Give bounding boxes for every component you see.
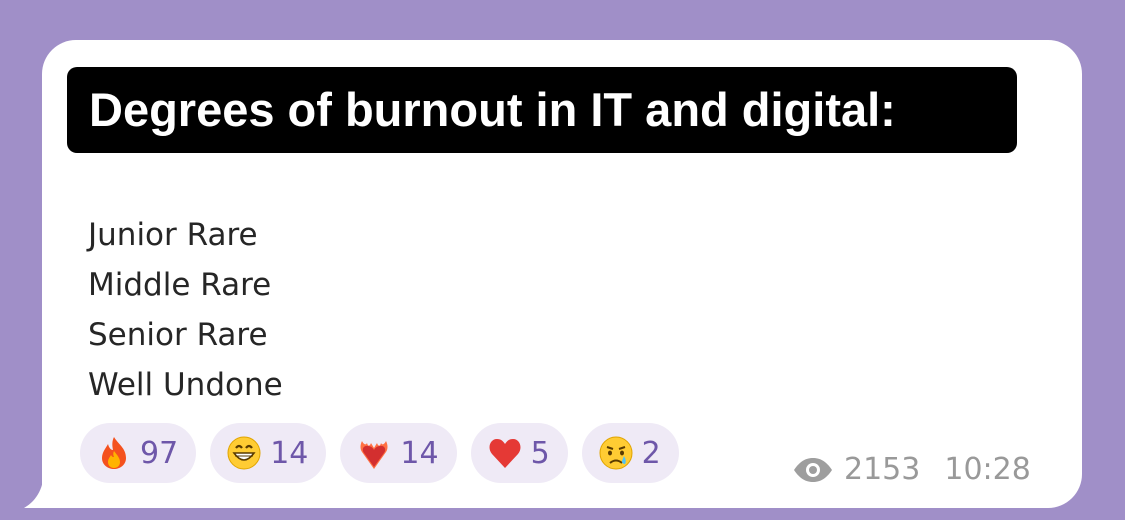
reactions-bar: 97 14 14 5 2 — [80, 423, 679, 483]
reaction-grin[interactable]: 14 — [210, 423, 327, 483]
reaction-heart[interactable]: 5 — [470, 423, 568, 483]
message-line: Middle Rare — [88, 267, 272, 303]
reaction-fire[interactable]: 97 — [80, 423, 197, 483]
reaction-count: 14 — [400, 435, 439, 471]
reaction-crying[interactable]: 2 — [581, 423, 679, 483]
message-line: Junior Rare — [88, 217, 258, 253]
message-time: 10:28 — [944, 452, 1031, 487]
reaction-count: 14 — [270, 435, 309, 471]
eye-icon — [794, 457, 832, 482]
reaction-count: 5 — [530, 435, 550, 471]
message-line: Senior Rare — [88, 317, 268, 353]
red-heart-icon — [489, 439, 521, 468]
message-title: Degrees of burnout in IT and digital: — [67, 67, 1017, 153]
heart-on-fire-icon — [360, 441, 388, 469]
message-text: Junior Rare Middle Rare Senior Rare Well… — [88, 210, 283, 410]
message-line: Well Undone — [88, 367, 283, 403]
view-count: 2153 — [844, 452, 921, 487]
reaction-count: 2 — [641, 435, 661, 471]
message-meta: 2153 10:28 — [792, 452, 1031, 487]
crying-face-icon — [599, 436, 633, 470]
reaction-count: 97 — [140, 435, 179, 471]
reaction-heart-on-fire[interactable]: 14 — [340, 423, 457, 483]
grin-icon — [227, 436, 261, 470]
fire-icon — [102, 437, 126, 469]
